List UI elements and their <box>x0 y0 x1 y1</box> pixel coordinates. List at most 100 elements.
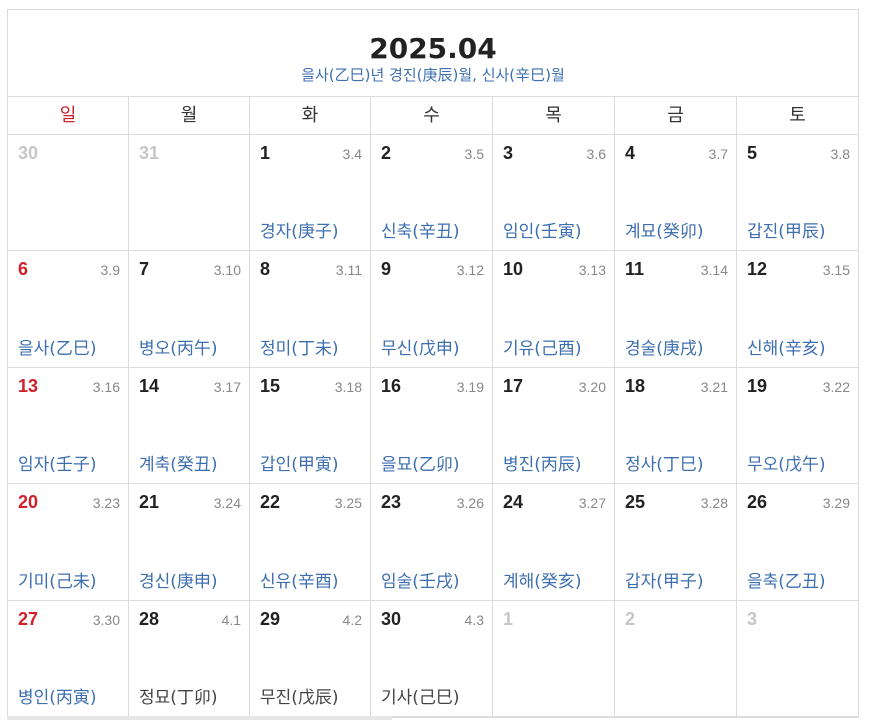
day-cell[interactable]: 17 3.20 병진(丙辰) <box>493 367 615 485</box>
lunar-date: 3.18 <box>334 378 362 395</box>
day-number: 6 <box>18 259 29 280</box>
day-number: 15 <box>260 375 281 396</box>
ganji-label: 계묘(癸卯) <box>625 222 704 243</box>
day-cell[interactable]: 3 3.6 임인(壬寅) <box>493 135 615 252</box>
day-cell[interactable]: 7 3.10 병오(丙午) <box>129 251 250 368</box>
day-cell[interactable]: 4 3.7 계묘(癸卯) <box>615 135 737 252</box>
day-cell[interactable]: 2 <box>615 600 737 717</box>
day-number: 22 <box>260 492 281 513</box>
day-cell[interactable]: 14 3.17 계축(癸丑) <box>129 367 250 485</box>
day-number: 26 <box>747 492 768 513</box>
day-number: 9 <box>381 259 392 280</box>
weekday-fri: 금 <box>615 97 737 135</box>
day-cell[interactable]: 8 3.11 정미(丁未) <box>250 251 371 368</box>
day-number: 28 <box>139 608 160 629</box>
calendar-title: 2025.04 <box>369 32 497 65</box>
lunar-date: 3.27 <box>578 495 606 512</box>
lunar-date: 4.2 <box>342 611 362 628</box>
day-cell[interactable]: 3 <box>737 601 858 717</box>
day-number: 27 <box>18 608 39 629</box>
day-number: 25 <box>625 492 646 513</box>
lunar-date: 3.8 <box>830 146 850 162</box>
ganji-label: 을사(乙巳) <box>18 338 97 359</box>
lunar-date: 3.13 <box>578 262 606 279</box>
ganji-label: 을묘(乙卯) <box>381 455 460 476</box>
lunar-date: 3.23 <box>92 495 120 512</box>
lunar-date: 3.30 <box>92 611 120 628</box>
day-cell[interactable]: 22 3.25 신유(辛酉) <box>250 484 371 601</box>
lunar-date: 3.15 <box>822 262 850 279</box>
lunar-date: 3.6 <box>586 146 606 162</box>
day-cell[interactable]: 30 4.3 기사(己巳) <box>371 600 493 717</box>
day-number: 3 <box>747 608 758 629</box>
day-cell[interactable]: 6 3.9 을사(乙巳) <box>8 251 129 368</box>
day-cell[interactable]: 29 4.2 무진(戊辰) <box>250 600 371 717</box>
day-cell[interactable]: 10 3.13 기유(己酉) <box>493 251 615 368</box>
weekday-tue: 화 <box>250 97 371 135</box>
day-number: 29 <box>260 608 281 629</box>
day-cell[interactable]: 9 3.12 무신(戊申) <box>371 251 493 368</box>
calendar-subtitle: 을사(乙巳)년 경진(庚辰)월, 신사(辛巳)월 <box>301 66 565 84</box>
ganji-label: 신해(辛亥) <box>747 338 826 359</box>
day-number: 30 <box>381 608 402 629</box>
lunar-date: 3.9 <box>100 262 120 279</box>
day-number: 5 <box>747 143 758 163</box>
ganji-label: 갑진(甲辰) <box>747 222 826 243</box>
day-cell[interactable]: 26 3.29 을축(乙丑) <box>737 484 858 601</box>
day-number: 4 <box>625 143 636 163</box>
ganji-label: 경신(庚申) <box>139 571 218 592</box>
day-cell[interactable]: 5 3.8 갑진(甲辰) <box>737 135 858 252</box>
day-number: 20 <box>18 492 39 513</box>
day-cell[interactable]: 13 3.16 임자(壬子) <box>8 367 129 485</box>
day-cell[interactable]: 25 3.28 갑자(甲子) <box>615 484 737 601</box>
day-cell[interactable]: 21 3.24 경신(庚申) <box>129 484 250 601</box>
lunar-date: 3.22 <box>822 378 850 395</box>
day-number: 3 <box>503 143 514 163</box>
day-number: 31 <box>139 143 160 163</box>
calendar-header: 2025.04 을사(乙巳)년 경진(庚辰)월, 신사(辛巳)월 <box>8 10 858 97</box>
ganji-label: 신유(辛酉) <box>260 571 339 592</box>
day-number: 24 <box>503 492 524 513</box>
day-number: 8 <box>260 259 271 280</box>
ganji-label: 갑자(甲子) <box>625 571 704 592</box>
lunar-date: 3.7 <box>708 146 728 162</box>
day-number: 23 <box>381 492 402 513</box>
day-cell[interactable]: 23 3.26 임술(壬戌) <box>371 484 493 601</box>
day-cell[interactable]: 27 3.30 병인(丙寅) <box>8 600 129 717</box>
ganji-label: 무신(戊申) <box>381 338 460 359</box>
day-cell[interactable]: 11 3.14 경술(庚戌) <box>615 251 737 368</box>
ganji-label: 을축(乙丑) <box>747 571 826 592</box>
day-number: 18 <box>625 375 646 396</box>
lunar-date: 3.17 <box>213 378 241 395</box>
day-number: 2 <box>381 143 392 163</box>
day-cell[interactable]: 16 3.19 을묘(乙卯) <box>371 367 493 485</box>
ganji-label: 병인(丙寅) <box>18 687 97 708</box>
day-cell[interactable]: 1 <box>493 600 615 717</box>
day-cell[interactable]: 28 4.1 정묘(丁卯) <box>129 600 250 717</box>
day-number: 21 <box>139 492 160 513</box>
lunar-date: 3.24 <box>213 495 241 512</box>
day-cell[interactable]: 24 3.27 계해(癸亥) <box>493 484 615 601</box>
day-cell[interactable]: 31 <box>129 135 250 252</box>
ganji-label: 병오(丙午) <box>139 338 218 359</box>
weekday-wed: 수 <box>371 97 493 135</box>
day-number: 14 <box>139 375 160 396</box>
day-cell[interactable]: 19 3.22 무오(戊午) <box>737 368 858 485</box>
ganji-label: 기사(己巳) <box>381 687 460 708</box>
ganji-label: 갑인(甲寅) <box>260 455 339 476</box>
lunar-date: 3.12 <box>456 262 484 279</box>
lunar-date: 3.25 <box>334 495 362 512</box>
lunar-date: 3.29 <box>822 495 850 512</box>
day-number: 16 <box>381 375 402 396</box>
day-cell[interactable]: 18 3.21 정사(丁巳) <box>615 367 737 485</box>
day-cell[interactable]: 20 3.23 기미(己未) <box>8 484 129 601</box>
day-cell[interactable]: 2 3.5 신축(辛丑) <box>371 135 493 252</box>
lunar-date: 3.11 <box>335 262 362 279</box>
day-cell[interactable]: 12 3.15 신해(辛亥) <box>737 251 858 368</box>
lunar-date: 3.10 <box>213 262 241 279</box>
day-cell[interactable]: 30 <box>8 135 129 252</box>
day-cell[interactable]: 1 3.4 경자(庚子) <box>250 135 371 252</box>
day-cell[interactable]: 15 3.18 갑인(甲寅) <box>250 367 371 485</box>
ganji-label: 경술(庚戌) <box>625 338 704 359</box>
ganji-label: 정미(丁未) <box>260 338 339 359</box>
